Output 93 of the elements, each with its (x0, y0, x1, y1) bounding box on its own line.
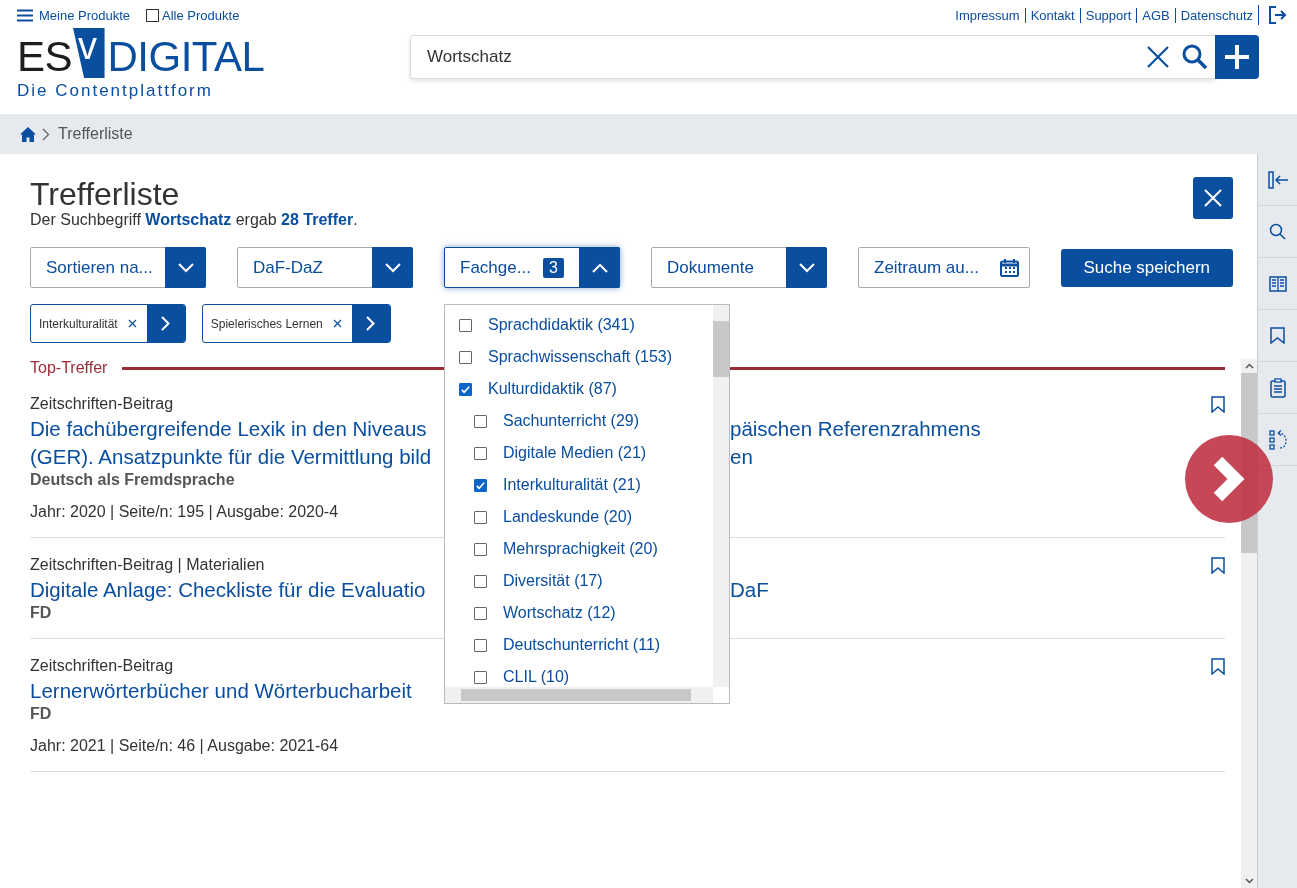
result-summary: Der Suchbegriff Wortschatz ergab 28 Treffer. (30, 211, 359, 229)
book-icon[interactable] (1268, 275, 1287, 292)
search-field[interactable]: Wortschatz (410, 35, 1215, 79)
result-source: FD (30, 705, 52, 723)
category-option[interactable]: Kulturdidaktik (87) (488, 380, 617, 398)
bookmark-icon[interactable] (1211, 556, 1225, 574)
my-products-link[interactable]: Meine Produkte (39, 7, 131, 23)
remove-icon[interactable] (332, 319, 342, 328)
category-option[interactable]: Interkulturalität (21) (503, 476, 641, 494)
category-option[interactable]: Diversität (17) (503, 572, 603, 590)
checkbox[interactable] (474, 510, 487, 524)
chevron-right-icon (366, 316, 376, 331)
save-search-button[interactable]: Suche speichern (1060, 248, 1233, 287)
result-type: Zeitschriften-Beitrag | Materialien (30, 556, 265, 574)
search-icon[interactable] (1182, 44, 1208, 70)
result-source: Deutsch als Fremdsprache (30, 471, 235, 489)
checkbox[interactable] (474, 478, 487, 492)
category-option[interactable]: CLIL (10) (503, 668, 570, 686)
chevron-right-icon (161, 316, 171, 331)
result-title-link[interactable]: en (730, 445, 753, 469)
filter-chip[interactable]: Interkulturalität (30, 304, 186, 343)
reorder-list-icon[interactable] (1268, 429, 1287, 450)
logo[interactable]: ESv DIGITAL Die Contentplattform (17, 28, 265, 101)
close-icon (1204, 189, 1222, 207)
chevron-down-icon (384, 262, 401, 273)
chevron-right-icon (42, 127, 50, 141)
scroll-down-icon[interactable] (1244, 878, 1254, 884)
home-icon[interactable] (20, 126, 36, 142)
section-title: Top-Treffer (30, 359, 108, 377)
clipboard-icon[interactable] (1269, 377, 1286, 398)
remove-icon[interactable] (127, 319, 137, 328)
scroll-up-icon[interactable] (1244, 363, 1254, 369)
close-button[interactable] (1193, 177, 1233, 219)
footer-link[interactable]: Datenschutz (1174, 7, 1258, 23)
breadcrumb-current: Trefferliste (58, 125, 133, 143)
checkbox[interactable] (474, 446, 487, 460)
logout-icon[interactable] (1258, 5, 1287, 25)
category-option[interactable]: Sachunterricht (29) (503, 412, 640, 430)
result-meta: Jahr: 2020 | Seite/n: 195 | Ausgabe: 2020-4 (30, 503, 339, 521)
footer-link[interactable]: AGB (1136, 7, 1175, 23)
checkbox[interactable] (459, 350, 472, 364)
add-button[interactable] (1215, 35, 1259, 79)
category-option[interactable]: Sprachdidaktik (341) (488, 316, 635, 334)
result-title-link[interactable]: Die fachübergreifende Lexik in den Niveaus (30, 417, 445, 441)
category-option[interactable]: Mehrsprachigkeit (20) (503, 540, 658, 558)
result-source: FD (30, 604, 52, 622)
checkbox[interactable] (474, 542, 487, 556)
category-option[interactable]: Digitale Medien (21) (503, 444, 647, 462)
category-option[interactable]: Wortschatz (12) (503, 604, 616, 622)
filter-dropdown[interactable]: Fachge... 3 (444, 247, 620, 288)
category-option[interactable]: Landeskunde (20) (503, 508, 632, 526)
filter-dropdown[interactable]: Sortieren na... (30, 247, 206, 288)
checkbox[interactable] (474, 606, 487, 620)
result-title-link[interactable]: Digitale Anlage: Checkliste für die Evaluatio (30, 578, 445, 602)
bookmark-icon[interactable] (1270, 327, 1285, 344)
filter-dropdown[interactable]: Dokumente (651, 247, 827, 288)
checkbox[interactable] (474, 574, 487, 588)
result-meta: Jahr: 2021 | Seite/n: 46 | Ausgabe: 2021-64 (30, 737, 339, 755)
footer-link[interactable]: Kontakt (1024, 7, 1080, 23)
result-type: Zeitschriften-Beitrag (30, 657, 174, 675)
footer-link[interactable]: Support (1079, 7, 1137, 23)
menu-icon[interactable] (17, 8, 33, 22)
chevron-down-icon (798, 262, 815, 273)
plus-icon (1224, 44, 1250, 70)
bookmark-icon[interactable] (1211, 657, 1225, 675)
chevron-down-icon (177, 262, 194, 273)
checkbox[interactable] (459, 382, 472, 396)
result-title-link[interactable]: päischen Referenzrahmens (730, 417, 981, 441)
filter-chip[interactable]: Spielerisches Lernen (201, 304, 391, 343)
result-title-link[interactable]: Lernerwörterbücher und Wörterbucharbeit (30, 679, 445, 703)
chevron-up-icon (591, 262, 608, 273)
scrollbar[interactable] (713, 305, 729, 687)
checkbox[interactable] (474, 414, 487, 428)
collapse-panel-icon[interactable] (1267, 170, 1288, 189)
all-products-label[interactable]: Alle Produkte (162, 7, 240, 23)
result-title-link[interactable]: DaF (730, 578, 769, 602)
checkbox[interactable] (146, 8, 160, 22)
checkbox[interactable] (474, 638, 487, 652)
checkbox[interactable] (474, 670, 487, 684)
footer-link[interactable]: Impressum (950, 7, 1025, 23)
checkbox[interactable] (459, 318, 472, 332)
search-icon[interactable] (1269, 223, 1286, 240)
clear-icon[interactable] (1147, 46, 1169, 68)
category-option[interactable]: Deutschunterricht (11) (503, 636, 661, 654)
result-type: Zeitschriften-Beitrag (30, 395, 174, 413)
bookmark-icon[interactable] (1211, 395, 1225, 413)
result-title-link[interactable]: (GER). Ansatzpunkte für die Vermittlung bild (30, 445, 445, 469)
filter-dropdown[interactable]: DaF-DaZ (237, 247, 413, 288)
date-range-field[interactable]: Zeitraum au... (858, 247, 1030, 288)
page-title: Trefferliste (30, 176, 180, 213)
calendar-icon (999, 258, 1019, 277)
scrollbar[interactable] (445, 687, 713, 703)
category-option[interactable]: Sprachwissenschaft (153) (488, 348, 673, 366)
